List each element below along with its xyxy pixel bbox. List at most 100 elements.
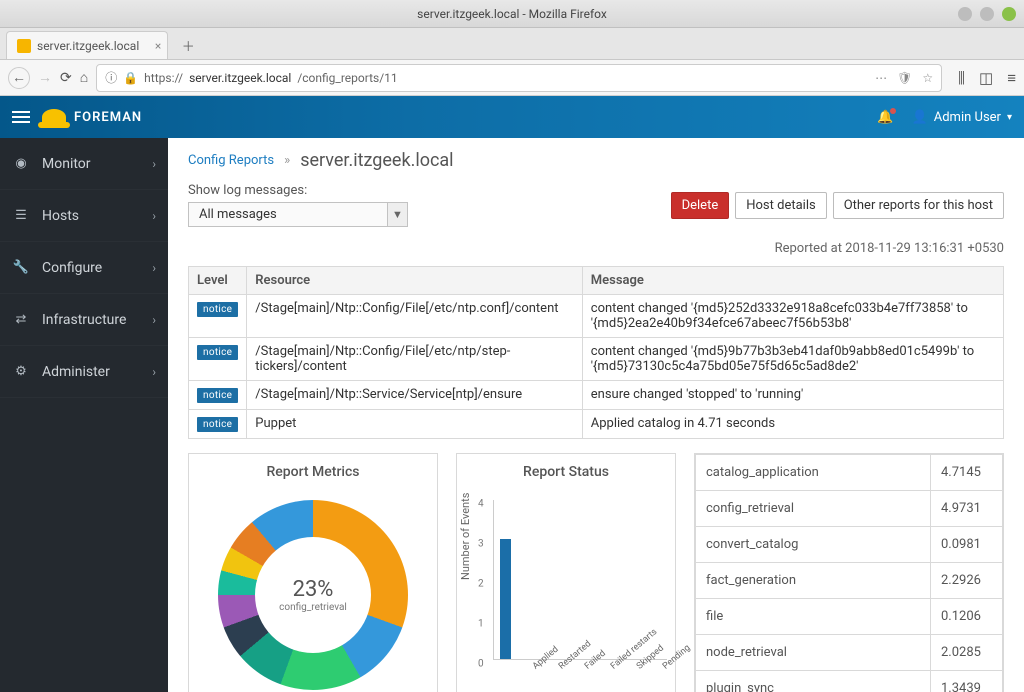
delete-button[interactable]: Delete	[671, 192, 730, 219]
chevron-right-icon: ›	[152, 157, 156, 171]
shield-icon[interactable]: 🛡	[897, 71, 912, 85]
chart-ylabel: Number of Events	[459, 493, 472, 580]
sidebar-item-configure[interactable]: 🔧 Configure ›	[0, 242, 168, 294]
level-badge: notice	[197, 302, 238, 317]
url-path: /config_reports/11	[297, 71, 397, 85]
gear-icon: ⚙	[12, 364, 30, 379]
home-button[interactable]: ⌂	[80, 69, 88, 86]
cell-message: content changed '{md5}252d3332e918a8cefc…	[582, 295, 1003, 338]
stat-value: 0.0981	[931, 527, 1003, 563]
tab-close-icon[interactable]: ×	[155, 39, 161, 53]
dashboard-icon: ◉	[12, 156, 30, 171]
library-icon[interactable]: ⫼	[958, 69, 965, 87]
notifications-button[interactable]: 🔔	[877, 110, 893, 125]
ytick: 2	[478, 578, 484, 589]
stat-key: plugin_sync	[696, 671, 931, 692]
chevron-right-icon: ›	[152, 261, 156, 275]
info-icon[interactable]: ⓘ	[105, 69, 117, 86]
stat-value: 4.9731	[931, 491, 1003, 527]
sidebar-item-monitor[interactable]: ◉ Monitor ›	[0, 138, 168, 190]
stat-value: 2.2926	[931, 563, 1003, 599]
sidebar-item-label: Administer	[42, 364, 140, 380]
window-title: server.itzgeek.local - Mozilla Firefox	[417, 7, 607, 21]
browser-toolbar: ← → ⟳ ⌂ ⓘ 🔒 https://server.itzgeek.local…	[0, 60, 1024, 96]
stat-value: 1.3439	[931, 671, 1003, 692]
browser-tab[interactable]: server.itzgeek.local ×	[6, 31, 168, 59]
cell-resource: /Stage[main]/Ntp::Service/Service[ntp]/e…	[247, 381, 582, 410]
new-tab-button[interactable]: ＋	[174, 31, 202, 59]
breadcrumb-parent[interactable]: Config Reports	[188, 153, 274, 168]
panel-title: Report Metrics	[189, 454, 437, 490]
ytick: 3	[478, 538, 484, 549]
chevron-down-icon: ▼	[388, 202, 408, 227]
ytick: 1	[478, 618, 484, 629]
sidebar-item-administer[interactable]: ⚙ Administer ›	[0, 346, 168, 398]
sidebar-item-infrastructure[interactable]: ⇄ Infrastructure ›	[0, 294, 168, 346]
table-row: catalog_application4.7145	[696, 455, 1003, 491]
stat-value: 4.7145	[931, 455, 1003, 491]
sidebar-item-label: Hosts	[42, 208, 140, 224]
cell-message: Applied catalog in 4.71 seconds	[582, 410, 1003, 439]
donut-center-value: 23%	[293, 577, 334, 602]
hardhat-icon	[42, 109, 66, 125]
app-name: FOREMAN	[74, 110, 142, 125]
table-row: config_retrieval4.9731	[696, 491, 1003, 527]
sidebar-item-label: Infrastructure	[42, 312, 140, 328]
chevron-right-icon: ›	[152, 209, 156, 223]
cell-resource: /Stage[main]/Ntp::Config/File[/etc/ntp.c…	[247, 295, 582, 338]
host-details-button[interactable]: Host details	[735, 192, 826, 219]
table-row: notice/Stage[main]/Ntp::Config/File[/etc…	[189, 295, 1004, 338]
app-header: FOREMAN 🔔 👤 Admin User ▾	[0, 96, 1024, 138]
url-bar[interactable]: ⓘ 🔒 https://server.itzgeek.local/config_…	[96, 64, 942, 92]
cell-message: ensure changed 'stopped' to 'running'	[582, 381, 1003, 410]
sidebar: ◉ Monitor › ☰ Hosts › 🔧 Configure › ⇄ In…	[0, 138, 168, 692]
user-menu[interactable]: 👤 Admin User ▾	[912, 110, 1012, 125]
col-level: Level	[189, 267, 247, 295]
stat-key: file	[696, 599, 931, 635]
ytick: 0	[478, 658, 484, 669]
other-reports-button[interactable]: Other reports for this host	[833, 192, 1004, 219]
maximize-icon[interactable]	[980, 7, 994, 21]
url-more-icon[interactable]: ⋯	[875, 71, 887, 85]
wrench-icon: 🔧	[12, 260, 30, 275]
filter-label: Show log messages:	[188, 183, 408, 198]
tab-title: server.itzgeek.local	[37, 39, 139, 53]
url-domain: server.itzgeek.local	[189, 71, 291, 85]
page-title: server.itzgeek.local	[300, 150, 453, 171]
sidebar-item-hosts[interactable]: ☰ Hosts ›	[0, 190, 168, 242]
main-content: Config Reports » server.itzgeek.local Sh…	[168, 138, 1024, 692]
close-icon[interactable]	[1002, 7, 1016, 21]
log-table: Level Resource Message notice/Stage[main…	[188, 266, 1004, 439]
metrics-donut-chart[interactable]: 23% config_retrieval	[218, 500, 408, 690]
stat-key: convert_catalog	[696, 527, 931, 563]
forward-button[interactable]: →	[38, 69, 52, 86]
back-button[interactable]: ←	[8, 67, 30, 89]
sidebar-item-label: Configure	[42, 260, 140, 276]
select-value: All messages	[188, 202, 388, 227]
stats-table-panel: catalog_application4.7145config_retrieva…	[694, 453, 1004, 692]
sidebar-item-label: Monitor	[42, 156, 140, 172]
breadcrumb-sep-icon: »	[284, 153, 290, 168]
table-row: plugin_sync1.3439	[696, 671, 1003, 692]
stat-key: config_retrieval	[696, 491, 931, 527]
bookmark-icon[interactable]: ☆	[922, 71, 933, 85]
sidebar-icon[interactable]: ◫	[979, 69, 993, 87]
bar[interactable]	[500, 539, 511, 659]
col-message: Message	[582, 267, 1003, 295]
table-row: notice/Stage[main]/Ntp::Config/File[/etc…	[189, 338, 1004, 381]
stat-key: node_retrieval	[696, 635, 931, 671]
table-row: notice/Stage[main]/Ntp::Service/Service[…	[189, 381, 1004, 410]
report-metrics-panel: Report Metrics 23% config_retrieval	[188, 453, 438, 692]
menu-icon[interactable]: ≡	[1007, 69, 1016, 87]
reload-button[interactable]: ⟳	[60, 70, 72, 86]
nav-toggle-button[interactable]	[12, 111, 30, 123]
minimize-icon[interactable]	[958, 7, 972, 21]
table-row: convert_catalog0.0981	[696, 527, 1003, 563]
table-row: file0.1206	[696, 599, 1003, 635]
level-badge: notice	[197, 417, 238, 432]
browser-tabstrip: server.itzgeek.local × ＋	[0, 28, 1024, 60]
chevron-right-icon: ›	[152, 365, 156, 379]
network-icon: ⇄	[12, 312, 30, 327]
foreman-logo[interactable]: FOREMAN	[42, 109, 142, 125]
log-filter-select[interactable]: All messages ▼	[188, 202, 408, 227]
